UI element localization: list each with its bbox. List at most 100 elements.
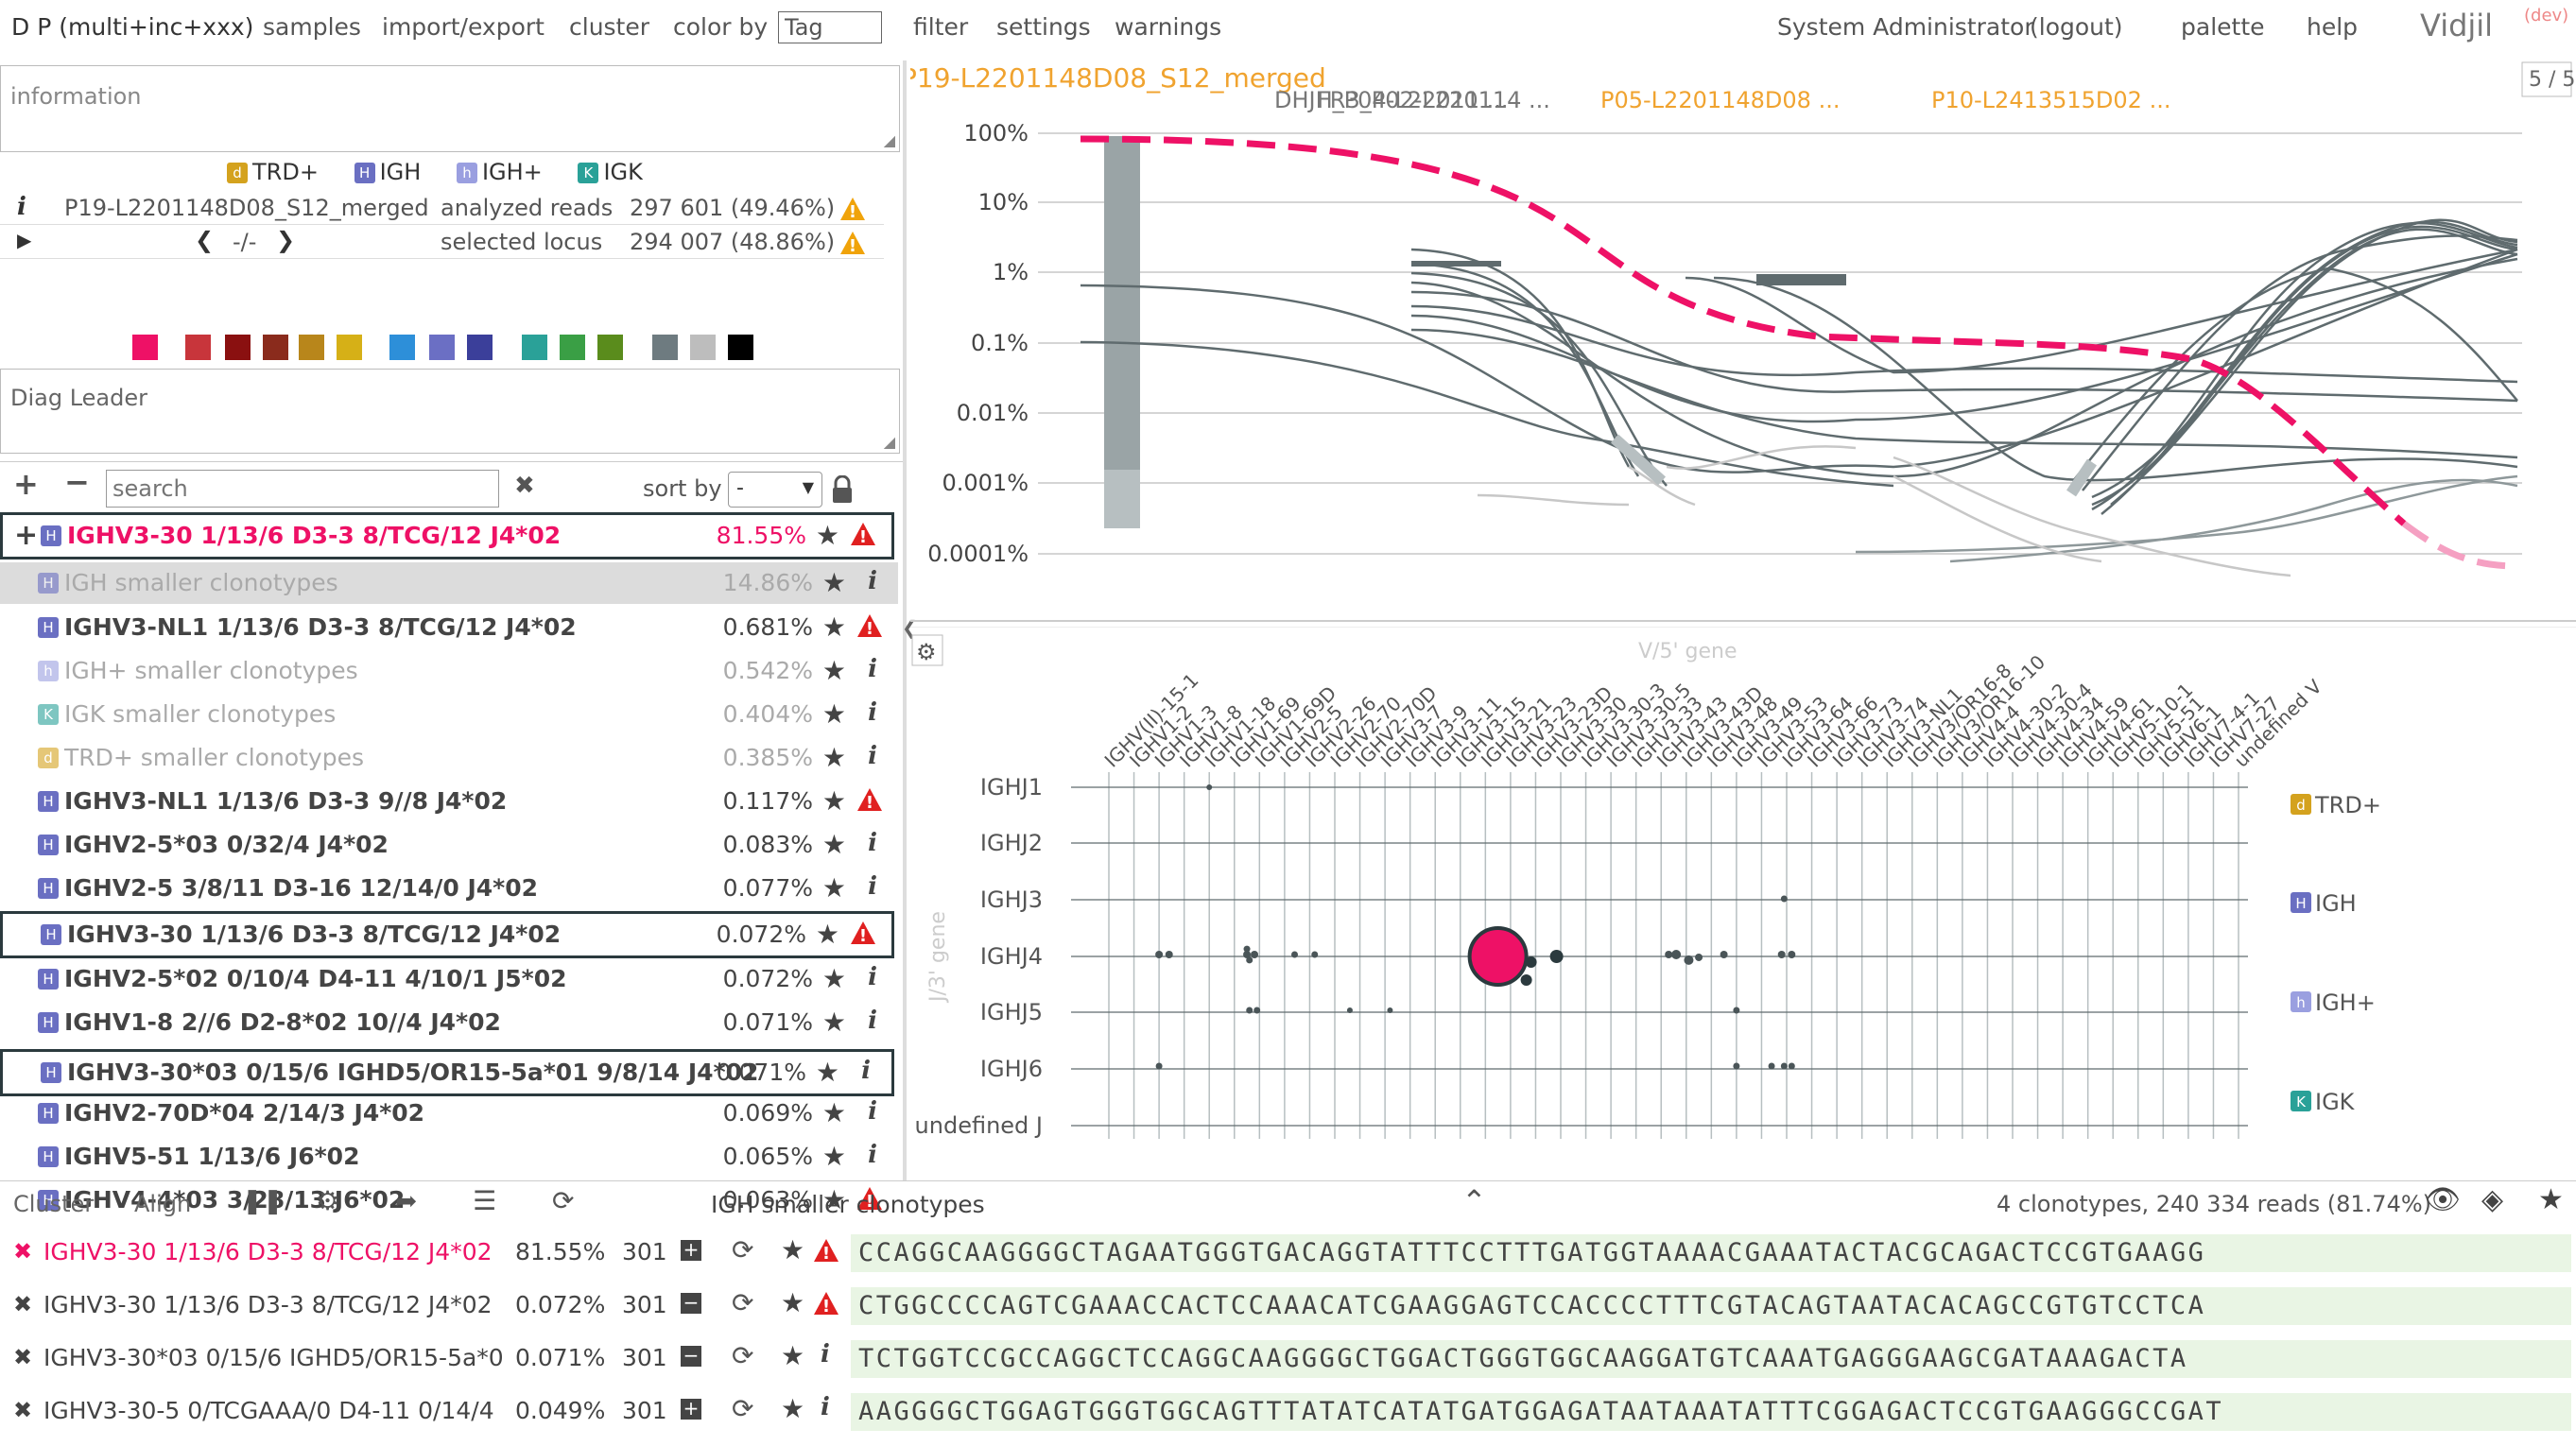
star-icon[interactable]: ★	[816, 520, 839, 551]
lock-icon[interactable]	[830, 475, 855, 504]
legend-locus-label[interactable]: TRD+	[2314, 792, 2381, 818]
top-clone-bubble[interactable]	[1467, 926, 1529, 987]
graph-divider[interactable]	[910, 620, 2576, 628]
star-icon[interactable]: ★	[822, 698, 846, 730]
pause-icon[interactable]: ❚❚	[242, 1187, 284, 1215]
tag-color-swatch[interactable]	[467, 335, 493, 360]
nucleotide-sequence[interactable]: CCAGGCAAGGGGCTAGAATGGGTGACAGGTATTTCCTTTG…	[851, 1234, 2571, 1272]
tag-color-swatch[interactable]	[132, 335, 158, 360]
j-gene-label[interactable]: IGHJ4	[980, 943, 1043, 970]
warning-icon[interactable]: !	[850, 522, 876, 547]
star-icon[interactable]: ★	[2538, 1183, 2564, 1216]
star-icon[interactable]: ★	[781, 1340, 804, 1371]
toggle-cluster-icon[interactable]: −	[681, 1293, 701, 1314]
locus-igh-plus[interactable]: h IGH+	[456, 159, 543, 185]
legend-locus-label[interactable]: IGH	[2315, 890, 2357, 917]
toggle-cluster-icon[interactable]: −	[681, 1346, 701, 1367]
warning-icon[interactable]: !	[813, 1291, 839, 1319]
eye-icon[interactable]: 👁	[2425, 1183, 2461, 1216]
j-gene-label[interactable]: IGHJ2	[980, 830, 1043, 856]
cluster-tab[interactable]: Cluster	[13, 1191, 94, 1217]
tag-color-swatch[interactable]	[263, 335, 288, 360]
j-gene-label[interactable]: IGHJ3	[980, 887, 1043, 913]
info-icon[interactable]: i	[821, 1393, 830, 1421]
star-icon[interactable]: ★	[822, 785, 846, 817]
sequence-row[interactable]: ✖ IGHV3-30 1/13/6 D3-3 8/TCG/12 J4*02 0.07…	[0, 1282, 2576, 1334]
info-icon[interactable]: i	[868, 963, 877, 991]
color-by-select[interactable]	[778, 11, 882, 43]
expand-all-icon[interactable]: +	[13, 466, 39, 502]
align-tab[interactable]: Align	[134, 1191, 191, 1217]
info-icon[interactable]: i	[868, 567, 877, 595]
tag-color-swatch[interactable]	[337, 335, 362, 360]
star-icon[interactable]: ★	[822, 611, 846, 643]
clone-row[interactable]: H IGHV2-5*03 0/32/4 J4*02 0.083% ★ i	[0, 824, 898, 866]
clone-row[interactable]: d TRD+ smaller clonotypes 0.385% ★ i	[0, 737, 898, 779]
info-icon[interactable]: i	[868, 1097, 877, 1126]
refresh-icon[interactable]: ⟳	[732, 1340, 753, 1371]
info-icon[interactable]: i	[868, 829, 877, 857]
collapse-all-icon[interactable]: −	[64, 464, 90, 500]
nucleotide-sequence[interactable]: CTGGCCCCAGTCGAAACCACTCCAAACATCGAAGGAGTCC…	[851, 1287, 2571, 1325]
info-icon[interactable]: i	[868, 655, 877, 683]
warning-icon[interactable]: !	[856, 613, 883, 639]
menu-cluster[interactable]: cluster	[569, 13, 649, 41]
warning-icon[interactable]: !	[850, 921, 876, 946]
toggle-cluster-icon[interactable]: +	[681, 1399, 701, 1420]
j-gene-label[interactable]: IGHJ6	[980, 1056, 1043, 1082]
legend-locus-label[interactable]: IGH+	[2315, 990, 2376, 1016]
menu-help[interactable]: help	[2307, 13, 2358, 41]
tag-color-swatch[interactable]	[728, 335, 753, 360]
clone-row[interactable]: H IGHV3-NL1 1/13/6 D3-3 8/TCG/12 J4*02 0.6…	[0, 607, 898, 648]
info-icon[interactable]: i	[861, 1057, 871, 1085]
menu-palette[interactable]: palette	[2181, 13, 2265, 41]
star-icon[interactable]: ★	[822, 963, 846, 994]
logout-link[interactable]: (logout)	[2030, 13, 2123, 41]
clone-row[interactable]: H IGHV3-30*03 0/15/6 IGHD5/OR15-5a*01 9/8…	[0, 1049, 894, 1096]
star-icon[interactable]: ★	[822, 872, 846, 904]
resize-handle-icon[interactable]: ◢	[884, 131, 895, 149]
j-gene-label[interactable]: IGHJ1	[980, 774, 1043, 800]
information-box[interactable]: information ◢	[0, 65, 900, 152]
locus-igk[interactable]: K IGK	[578, 159, 643, 185]
refresh-icon[interactable]: ⟳	[732, 1287, 753, 1318]
menu-settings[interactable]: settings	[996, 13, 1091, 41]
j-gene-label[interactable]: IGHJ5	[980, 999, 1043, 1025]
resize-handle-icon[interactable]: ◢	[884, 433, 895, 451]
tag-color-swatch[interactable]	[429, 335, 455, 360]
unselect-icon[interactable]: ✖	[13, 1344, 32, 1370]
info-icon[interactable]: i	[868, 1007, 877, 1035]
prev-sample-icon[interactable]: ❮	[195, 227, 214, 253]
gear-icon[interactable]: ⚙	[316, 1185, 339, 1216]
star-icon[interactable]: ★	[822, 567, 846, 598]
star-icon[interactable]: ★	[822, 742, 846, 773]
clone-row[interactable]: H IGHV1-8 2//6 D2-8*02 10//4 J4*02 0.071% ★…	[0, 1002, 898, 1043]
info-icon[interactable]: i	[821, 1340, 830, 1369]
unselect-icon[interactable]: ✖	[13, 1238, 32, 1265]
menu-warnings[interactable]: warnings	[1115, 13, 1221, 41]
sample-label[interactable]: P10-L2413515D02 ...	[1931, 87, 2170, 113]
star-icon[interactable]: ★	[822, 655, 846, 686]
warning-icon[interactable]: !	[839, 197, 866, 221]
star-icon[interactable]: ★	[822, 829, 846, 860]
chevron-up-icon[interactable]: ⌃	[1461, 1183, 1487, 1219]
clone-row[interactable]: K IGK smaller clonotypes 0.404% ★ i	[0, 694, 898, 735]
tag-color-swatch[interactable]	[560, 335, 585, 360]
diag-leader-box[interactable]: Diag Leader ◢	[0, 369, 900, 454]
info-icon[interactable]: i	[868, 698, 877, 727]
star-icon[interactable]: ★	[816, 1057, 839, 1088]
tag-color-swatch[interactable]	[225, 335, 251, 360]
unselect-icon[interactable]: ✖	[13, 1291, 32, 1317]
clone-row[interactable]: H IGHV3-NL1 1/13/6 D3-3 9//8 J4*02 0.117% ★…	[0, 781, 898, 822]
menu-import-export[interactable]: import/export	[382, 13, 545, 41]
tag-color-swatch[interactable]	[389, 335, 415, 360]
unselect-icon[interactable]: ✖	[13, 1397, 32, 1423]
sequence-row[interactable]: ✖ IGHV3-30*03 0/15/6 IGHD5/OR15-5a*0 0.071…	[0, 1334, 2576, 1387]
expand-clone-icon[interactable]: +	[14, 519, 38, 552]
clone-row[interactable]: H IGHV2-5 3/8/11 D3-16 12/14/0 J4*02 0.077…	[0, 868, 898, 909]
tag-color-swatch[interactable]	[522, 335, 547, 360]
menu-list-icon[interactable]: ☰	[473, 1185, 496, 1216]
warning-icon[interactable]: !	[839, 231, 866, 255]
star-icon[interactable]: ★	[822, 1141, 846, 1172]
nucleotide-sequence[interactable]: AAGGGGCTGGAGTGGGTGGCAGTTTATATCATATGATGGA…	[851, 1393, 2571, 1431]
